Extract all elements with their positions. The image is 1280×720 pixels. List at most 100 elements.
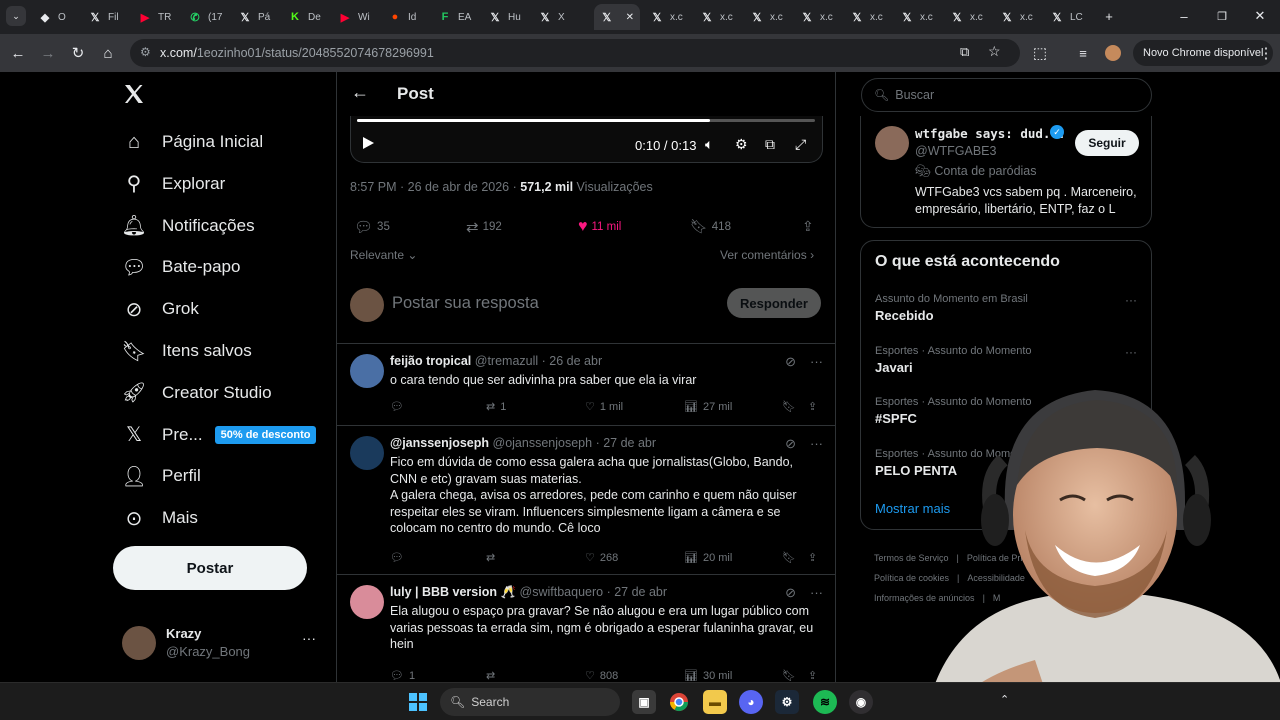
reply-date[interactable]: · 27 de abr [607, 585, 667, 599]
reply-author-handle[interactable]: @tremazull [475, 354, 538, 368]
new-tab-button[interactable]: + [1099, 6, 1119, 26]
install-app-icon[interactable]: ⧉ [960, 44, 969, 60]
chrome-update-button[interactable]: Novo Chrome disponível [1133, 40, 1274, 66]
nav-item-2[interactable]: ⚲ Explorar [112, 164, 226, 204]
share-icon[interactable]: ⇪ [808, 551, 817, 564]
nav-item-7[interactable]: 🚀︎ Creator Studio [112, 373, 271, 413]
repost-action[interactable]: ⇄ [486, 669, 500, 682]
task-view-icon[interactable]: ▣ [632, 690, 656, 714]
browser-tab-13[interactable]: 𝕏x.c [644, 4, 692, 30]
views-action[interactable]: 📊︎ 30 mil [684, 669, 732, 683]
discord-icon[interactable]: ◕ [739, 690, 763, 714]
like-action[interactable]: ♡ 268 [585, 551, 618, 565]
bookmark-icon[interactable]: 🔖︎ [782, 400, 796, 413]
follow-button[interactable]: Seguir [1075, 130, 1139, 156]
views-action[interactable]: 📊︎ 20 mil [684, 551, 732, 565]
nav-item-8[interactable]: 𝕏 Pre... 50% de desconto [112, 415, 317, 455]
forward-button[interactable]: → [38, 43, 58, 63]
site-info-icon[interactable]: ⚙ [140, 45, 151, 59]
more-dots-icon[interactable]: ··· [810, 436, 823, 452]
reply-item[interactable]: luly | BBB version 🥂 @swiftbaquero · 27 … [337, 575, 835, 683]
minimize-button[interactable]: – [1174, 6, 1194, 26]
browser-tab-14[interactable]: 𝕏x.c [694, 4, 742, 30]
reply-action[interactable]: 💬︎ [390, 400, 409, 413]
nav-item-3[interactable]: 🔔︎ Notificações [112, 206, 254, 246]
post-timestamp[interactable]: 8:57 PM · 26 de abr de 2026 · [350, 180, 520, 194]
trend-item[interactable]: Assunto do Momento em Brasil Recebido ··· [875, 293, 1137, 323]
nav-item-4[interactable]: 💬︎ Bate-papo [112, 247, 240, 287]
grok-icon[interactable]: ⊘ [785, 436, 796, 452]
search-input[interactable]: 🔍︎ Buscar [861, 78, 1152, 112]
volume-icon[interactable]: 🔈︎ [705, 136, 713, 153]
taskbar-search[interactable]: 🔍︎ Search [440, 688, 620, 716]
browser-tab-11[interactable]: 𝕏X [532, 4, 580, 30]
browser-tab-15[interactable]: 𝕏x.c [744, 4, 792, 30]
browser-tab-5[interactable]: 𝕏 Pá [232, 4, 280, 30]
repost-action[interactable]: ⇄ 192 [466, 218, 502, 236]
bookmark-star-icon[interactable]: ☆ [988, 43, 1001, 60]
avatar[interactable] [350, 354, 384, 388]
steam-icon[interactable]: ⚙ [775, 690, 799, 714]
browser-tab-1[interactable]: ◆ O [32, 4, 80, 30]
avatar[interactable] [350, 585, 384, 619]
repost-action[interactable]: ⇄ [486, 551, 500, 564]
grok-icon[interactable]: ⊘ [785, 585, 796, 601]
bookmark-icon[interactable]: 🔖︎ [782, 669, 796, 682]
back-button[interactable]: ← [8, 43, 28, 63]
browser-tab-4[interactable]: ✆ (17 [182, 4, 230, 30]
browser-tab-18[interactable]: 𝕏x.c [894, 4, 942, 30]
sort-dropdown[interactable]: Relevante ⌄ [350, 248, 417, 262]
address-bar[interactable]: ⚙ x.com/1eozinho01/status/20485520746782… [130, 39, 1020, 67]
more-dots-icon[interactable]: ··· [810, 585, 823, 601]
bookmark-action[interactable]: 🔖︎ 418 [690, 218, 731, 235]
browser-tab-8[interactable]: ● Id [382, 4, 430, 30]
spotify-icon[interactable]: ≋ [813, 690, 837, 714]
close-window-button[interactable]: ✕ [1250, 6, 1270, 26]
reply-date[interactable]: · 26 de abr [542, 354, 602, 368]
nav-item-9[interactable]: 👤︎ Perfil [112, 456, 200, 496]
reply-author-name[interactable]: feijão tropical [390, 354, 471, 368]
reply-action[interactable]: 💬︎ [390, 551, 409, 564]
browser-tab-17[interactable]: 𝕏x.c [844, 4, 892, 30]
fullscreen-icon[interactable]: ⤢ [795, 136, 806, 153]
browser-tab-10[interactable]: 𝕏 Hu [482, 4, 530, 30]
pip-icon[interactable]: ⧉ [765, 136, 775, 153]
windows-start-icon[interactable] [406, 690, 430, 714]
like-action[interactable]: ♡ 1 mil [585, 400, 623, 414]
browser-tab-2[interactable]: 𝕏 Fil [82, 4, 130, 30]
share-icon[interactable]: ⇪ [808, 669, 817, 682]
more-dots-icon[interactable]: ··· [1125, 345, 1137, 359]
nav-item-5[interactable]: ⊘ Grok [112, 289, 199, 329]
reload-button[interactable]: ↻ [68, 43, 88, 63]
chrome-menu-icon[interactable]: ⋮ [1256, 43, 1276, 63]
chrome-icon[interactable] [667, 690, 691, 714]
reply-author-name[interactable]: luly | BBB version 🥂 [390, 585, 516, 599]
reply-input[interactable]: Postar sua resposta [392, 294, 539, 313]
reply-date[interactable]: · 27 de abr [596, 436, 656, 450]
more-dots-icon[interactable]: ··· [810, 354, 823, 370]
nav-item-10[interactable]: ⊙ Mais [112, 498, 198, 538]
x-logo-icon[interactable] [122, 82, 148, 108]
browser-tab-20[interactable]: 𝕏x.c [994, 4, 1042, 30]
avatar[interactable] [350, 436, 384, 470]
tray-chevron-up-icon[interactable]: ⌃ [1000, 693, 1009, 706]
close-tab-icon[interactable]: ✕ [626, 12, 634, 23]
repost-action[interactable]: ⇄ 1 [486, 400, 506, 414]
extensions-icon[interactable]: ⬚ [1030, 43, 1050, 63]
reply-action[interactable]: 💬︎ 1 [390, 669, 415, 683]
obs-icon[interactable]: ◉ [849, 690, 873, 714]
settings-icon[interactable]: ⚙ [735, 136, 748, 153]
browser-tab-12[interactable]: 𝕏 ✕ [594, 4, 640, 30]
post-button[interactable]: Postar [113, 546, 307, 590]
reply-author-name[interactable]: @janssenjoseph [390, 436, 489, 450]
more-dots-icon[interactable]: ··· [1125, 293, 1137, 307]
reply-author-handle[interactable]: @swiftbaquero [520, 585, 604, 599]
grok-icon[interactable]: ⊘ [785, 354, 796, 370]
browser-tab-7[interactable]: ▶ Wi [332, 4, 380, 30]
browser-tab-3[interactable]: ▶ TR [132, 4, 180, 30]
media-control-icon[interactable]: ≡ [1073, 43, 1093, 63]
like-action[interactable]: ♥ 11 mil [578, 218, 621, 236]
play-icon[interactable] [361, 136, 375, 150]
tab-search-button[interactable]: ⌄ [6, 6, 26, 26]
profile-avatar[interactable] [1103, 43, 1123, 63]
